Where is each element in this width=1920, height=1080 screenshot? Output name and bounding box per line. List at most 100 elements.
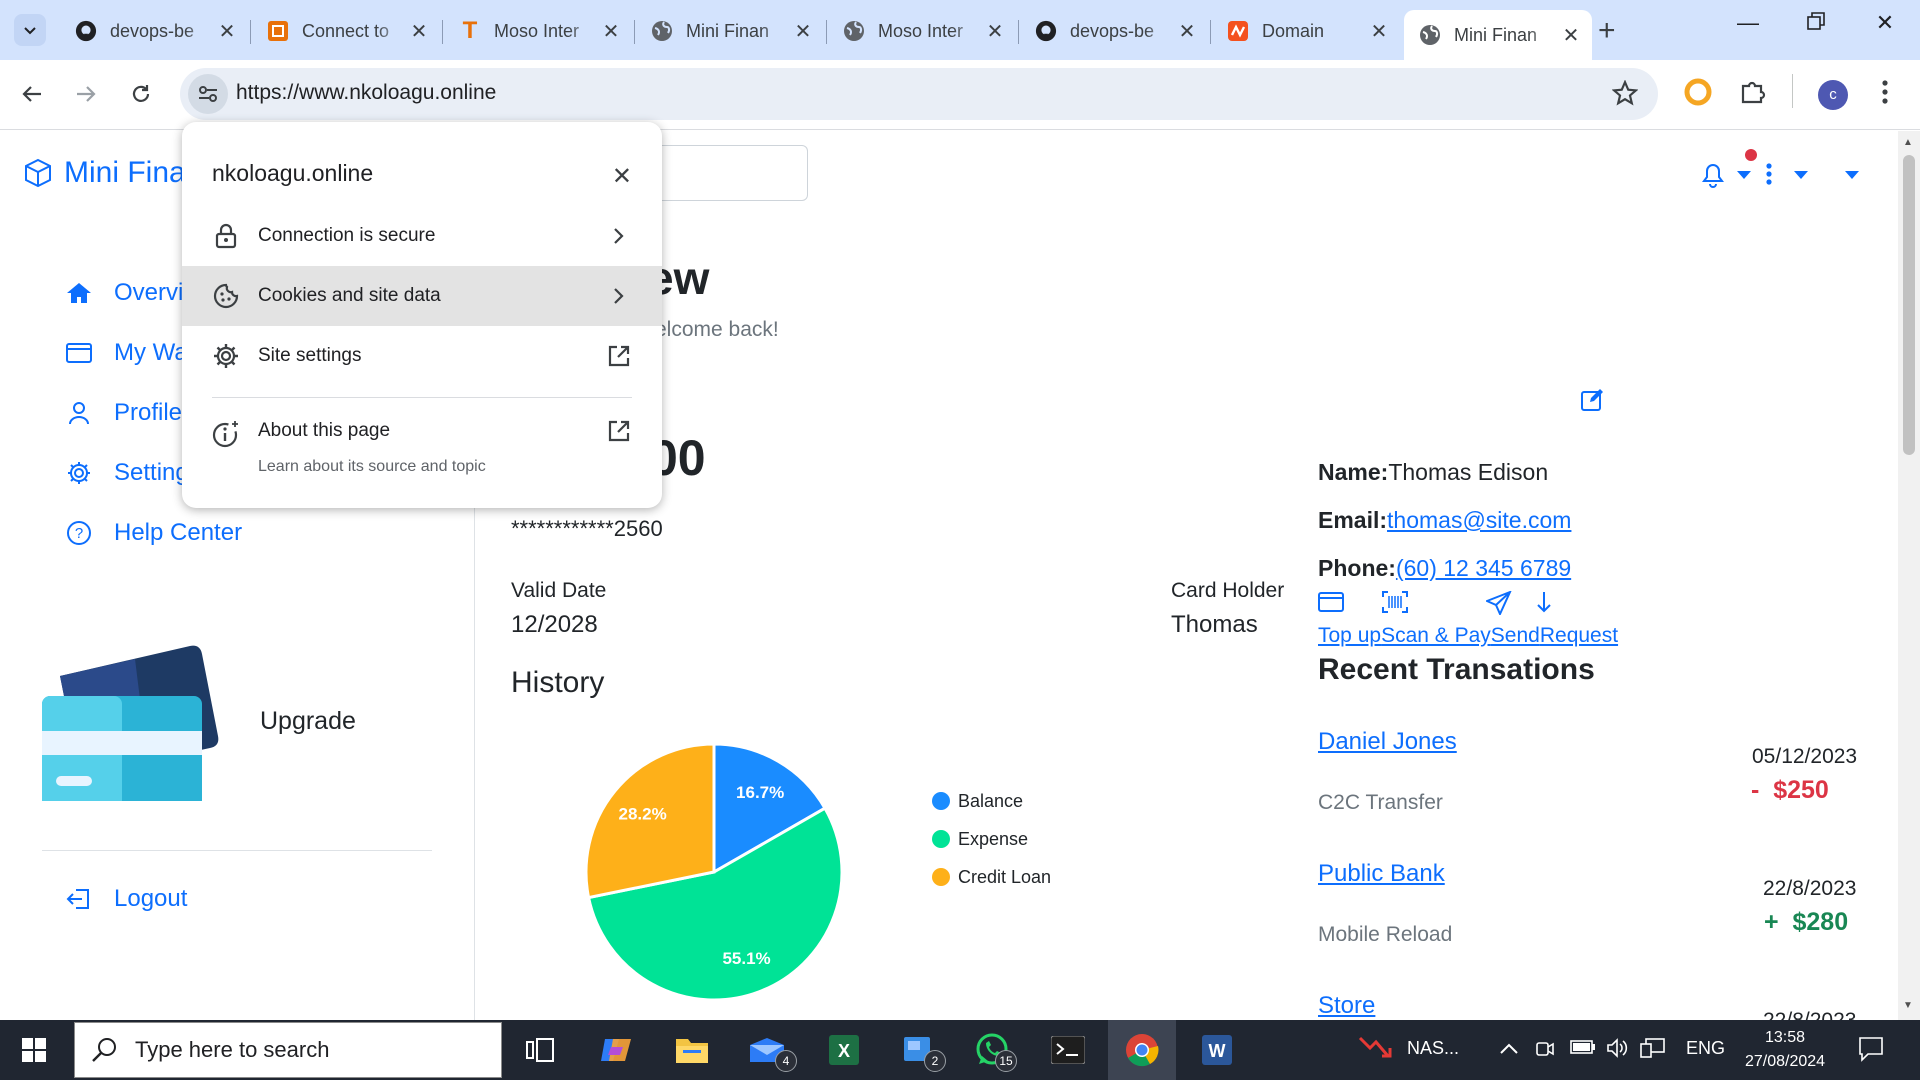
bookmark-star-icon[interactable] [1611, 79, 1639, 111]
new-tab-button[interactable]: + [1598, 14, 1616, 48]
wallet-icon[interactable] [1318, 591, 1382, 620]
about-this-page-item[interactable]: About this page [182, 412, 662, 494]
tab-close-icon[interactable]: ✕ [1560, 23, 1582, 48]
task-view-icon[interactable] [518, 1028, 562, 1072]
site-info-button[interactable] [188, 74, 228, 114]
logout-button[interactable]: Logout [62, 869, 187, 929]
chevron-down-icon [24, 27, 36, 35]
chevron-up-icon[interactable] [1500, 1038, 1518, 1059]
terminal-icon[interactable] [1046, 1028, 1090, 1072]
tab-active[interactable]: Mini Finan ✕ [1404, 10, 1592, 60]
cookies-site-data-item[interactable]: Cookies and site data [182, 266, 662, 326]
clock-time: 13:58 [1764, 1029, 1806, 1046]
legend-item[interactable]: Credit Loan [932, 858, 1051, 896]
send-link[interactable]: Send [1491, 624, 1540, 647]
connection-secure-item[interactable]: Connection is secure [182, 206, 662, 266]
language-indicator[interactable]: ENG [1686, 1038, 1725, 1059]
request-link[interactable]: Request [1540, 624, 1618, 647]
tab[interactable]: Mini Finan ✕ [636, 10, 824, 52]
speaker-icon[interactable] [1606, 1038, 1630, 1063]
tab-close-icon[interactable]: ✕ [984, 19, 1006, 44]
profile-avatar[interactable]: c [1818, 80, 1848, 110]
tab-search-button[interactable] [14, 14, 46, 46]
reload-button[interactable] [123, 76, 159, 112]
close-window-button[interactable]: ✕ [1865, 10, 1905, 36]
notification-bell-icon[interactable] [1700, 159, 1726, 194]
tab-close-icon[interactable]: ✕ [1176, 19, 1198, 44]
network-icon[interactable] [1640, 1038, 1666, 1065]
phone-link[interactable]: (60) 12 345 6789 [1396, 555, 1571, 581]
scroll-up-icon[interactable]: ▲ [1903, 137, 1913, 148]
tab[interactable]: Connect to ✕ [252, 10, 440, 52]
taskbar-search-input[interactable]: Type here to search [74, 1022, 502, 1078]
browser-toolbar: https://www.nkoloagu.online [0, 60, 1920, 130]
notification-center-icon[interactable] [1858, 1036, 1884, 1067]
tab-separator [634, 20, 635, 44]
tab-title: Mini Finan [686, 20, 770, 41]
scroll-down-icon[interactable]: ▼ [1903, 1000, 1913, 1011]
tab[interactable]: Moso Inter ✕ [828, 10, 1016, 52]
address-bar[interactable]: https://www.nkoloagu.online [180, 68, 1658, 120]
caret-down-icon[interactable] [1737, 168, 1751, 186]
tab[interactable]: devops-be ✕ [60, 10, 248, 52]
excel-icon[interactable]: X [822, 1028, 866, 1072]
edit-profile-icon[interactable] [1580, 388, 1604, 417]
help-circle-icon: ? [62, 518, 96, 548]
meet-now-icon[interactable] [1535, 1038, 1555, 1063]
site-search-input[interactable] [640, 145, 808, 201]
transaction-name[interactable]: Store [1318, 992, 1375, 1020]
page-scrollbar[interactable]: ▲ ▼ [1898, 131, 1920, 1020]
restore-button[interactable] [1796, 10, 1836, 36]
tab-close-icon[interactable]: ✕ [216, 19, 238, 44]
transaction-name[interactable]: Public Bank [1318, 860, 1445, 888]
word-icon[interactable]: W [1195, 1028, 1239, 1072]
stock-ticker[interactable]: NAS... [1407, 1038, 1459, 1059]
tab-close-icon[interactable]: ✕ [1368, 19, 1390, 44]
sidebar-item-help[interactable]: ? Help Center [62, 503, 242, 563]
scrollbar-thumb[interactable] [1903, 155, 1915, 455]
windows-start-icon[interactable] [22, 1038, 46, 1067]
valid-date-value: 12/2028 [511, 611, 598, 638]
forward-button[interactable] [68, 76, 104, 112]
extensions-puzzle-icon[interactable] [1739, 78, 1767, 111]
more-vertical-icon[interactable] [1765, 163, 1773, 190]
site-brand[interactable]: Mini Fina [22, 156, 186, 190]
barcode-icon[interactable] [1382, 591, 1486, 620]
tab[interactable]: Domain ✕ [1212, 10, 1400, 52]
tab-close-icon[interactable]: ✕ [408, 19, 430, 44]
transaction-amount: - $250 [1751, 776, 1829, 804]
chrome-icon[interactable] [1120, 1028, 1164, 1072]
clock[interactable]: 13:58 27/08/2024 [1735, 1026, 1835, 1074]
back-button[interactable] [14, 76, 50, 112]
tab[interactable]: devops-be ✕ [1020, 10, 1208, 52]
legend-item[interactable]: Expense [932, 820, 1051, 858]
app-badge: 2 [924, 1050, 946, 1072]
stock-trend-icon[interactable] [1358, 1034, 1392, 1067]
browser-menu-icon[interactable] [1880, 78, 1890, 111]
tab-close-icon[interactable]: ✕ [600, 19, 622, 44]
copilot-icon[interactable] [594, 1028, 638, 1072]
legend-label: Credit Loan [958, 866, 1052, 887]
send-icon[interactable] [1484, 590, 1536, 620]
tab-close-icon[interactable]: ✕ [792, 19, 814, 44]
file-explorer-icon[interactable] [670, 1028, 714, 1072]
top-up-link[interactable]: Top up [1318, 624, 1381, 647]
grammarly-extension-icon[interactable] [1684, 78, 1712, 111]
minimize-button[interactable]: — [1728, 10, 1768, 36]
scan-pay-link[interactable]: Scan & Pay [1381, 624, 1491, 647]
upgrade-link[interactable]: Upgrade [260, 707, 356, 736]
legend-item[interactable]: Balance [932, 782, 1051, 820]
site-settings-item[interactable]: Site settings [182, 326, 662, 386]
arrow-down-icon[interactable] [1536, 591, 1576, 620]
url-text[interactable]: https://www.nkoloagu.online [236, 81, 496, 105]
email-link[interactable]: thomas@site.com [1387, 507, 1571, 533]
tab-title: Domain [1262, 20, 1325, 41]
battery-icon[interactable] [1570, 1038, 1596, 1061]
tab[interactable]: T Moso Inter ✕ [444, 10, 632, 52]
chart-legend: Balance Expense Credit Loan [932, 782, 1051, 896]
popup-close-icon[interactable]: ✕ [612, 162, 632, 191]
transaction-date: 22/8/2023 [1763, 1009, 1856, 1020]
transaction-name[interactable]: Daniel Jones [1318, 728, 1457, 756]
caret-down-icon[interactable] [1845, 168, 1859, 186]
caret-down-icon[interactable] [1794, 168, 1808, 186]
